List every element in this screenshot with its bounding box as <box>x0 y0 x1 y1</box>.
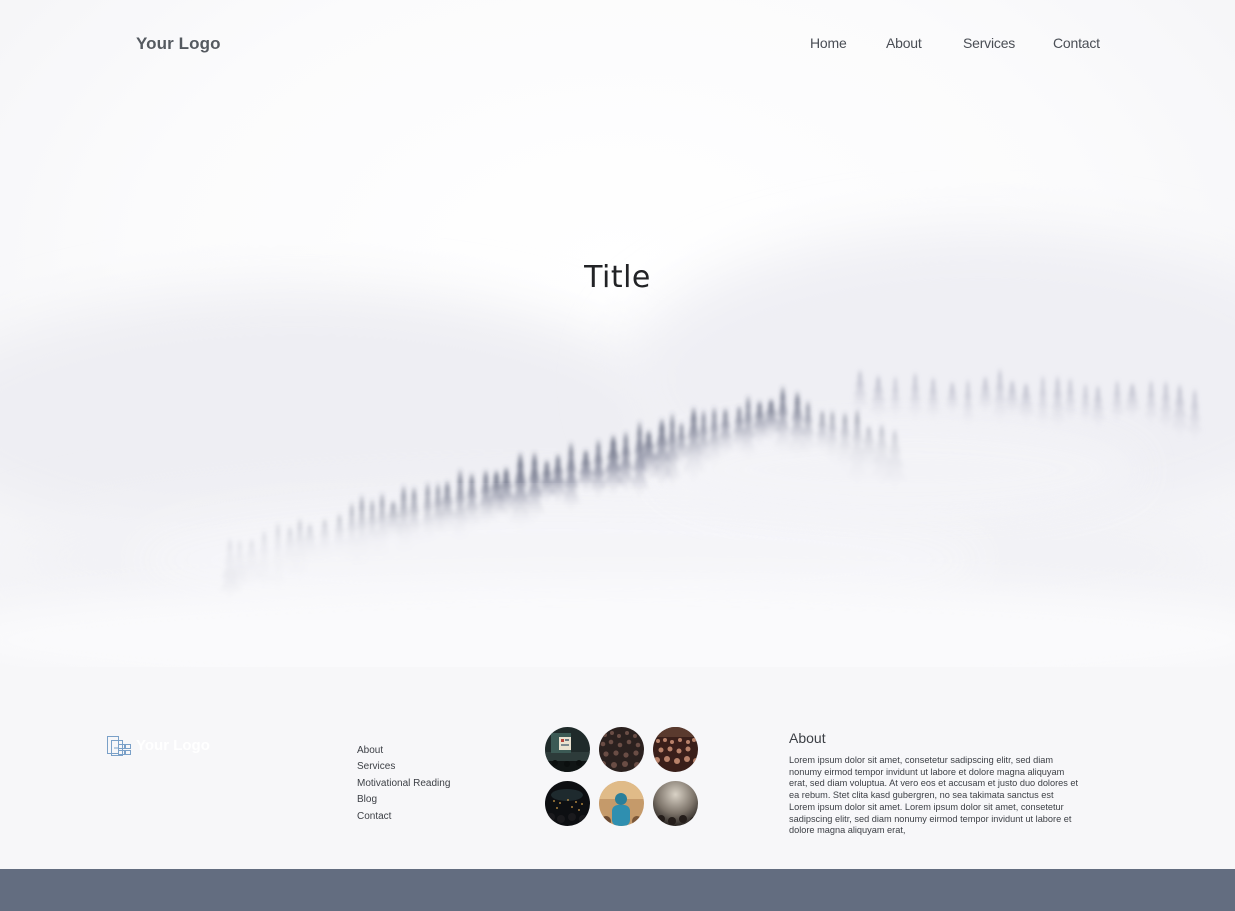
photo-crowd-1[interactable] <box>599 727 644 772</box>
footer-link-contact[interactable]: Contact <box>357 811 391 822</box>
footer-link-item: About <box>357 740 450 756</box>
nav-contact[interactable]: Contact <box>1053 35 1100 51</box>
hero-section: Your Logo Home About Services Contact Ti… <box>0 0 1235 667</box>
footer-link-item: Motivational Reading <box>357 773 450 789</box>
footer-about-text: Lorem ipsum dolor sit amet, consetetur s… <box>789 755 1079 836</box>
footer-logo-text: Your Logo <box>136 737 210 754</box>
photo-stage-slide[interactable] <box>545 727 590 772</box>
footer-links: About Services Motivational Reading Blog… <box>357 740 450 822</box>
footer-link-blog[interactable]: Blog <box>357 794 377 805</box>
main-nav: Home About Services Contact <box>0 35 1235 55</box>
bottom-bar <box>0 869 1235 911</box>
nav-services[interactable]: Services <box>963 35 1015 51</box>
footer-link-motivational-reading[interactable]: Motivational Reading <box>357 778 450 789</box>
footer-about-title: About <box>789 730 826 746</box>
site-footer: Your Logo About Services Motivational Re… <box>0 667 1235 869</box>
nav-home[interactable]: Home <box>810 35 847 51</box>
foggy-forest-image <box>0 230 1235 667</box>
footer-link-item: Contact <box>357 806 450 822</box>
photo-speaker-blue[interactable] <box>599 781 644 826</box>
photo-gallery <box>545 727 705 827</box>
logo-mark-icon <box>107 736 131 756</box>
photo-spotlight[interactable] <box>653 781 698 826</box>
footer-link-item: Services <box>357 756 450 772</box>
photo-crowd-2[interactable] <box>653 727 698 772</box>
footer-link-about[interactable]: About <box>357 745 383 756</box>
footer-link-services[interactable]: Services <box>357 761 395 772</box>
nav-about[interactable]: About <box>886 35 922 51</box>
hero-title: Title <box>584 260 651 296</box>
photo-audience-dark[interactable] <box>545 781 590 826</box>
site-header: Your Logo Home About Services Contact <box>0 0 1235 90</box>
footer-link-item: Blog <box>357 789 450 805</box>
